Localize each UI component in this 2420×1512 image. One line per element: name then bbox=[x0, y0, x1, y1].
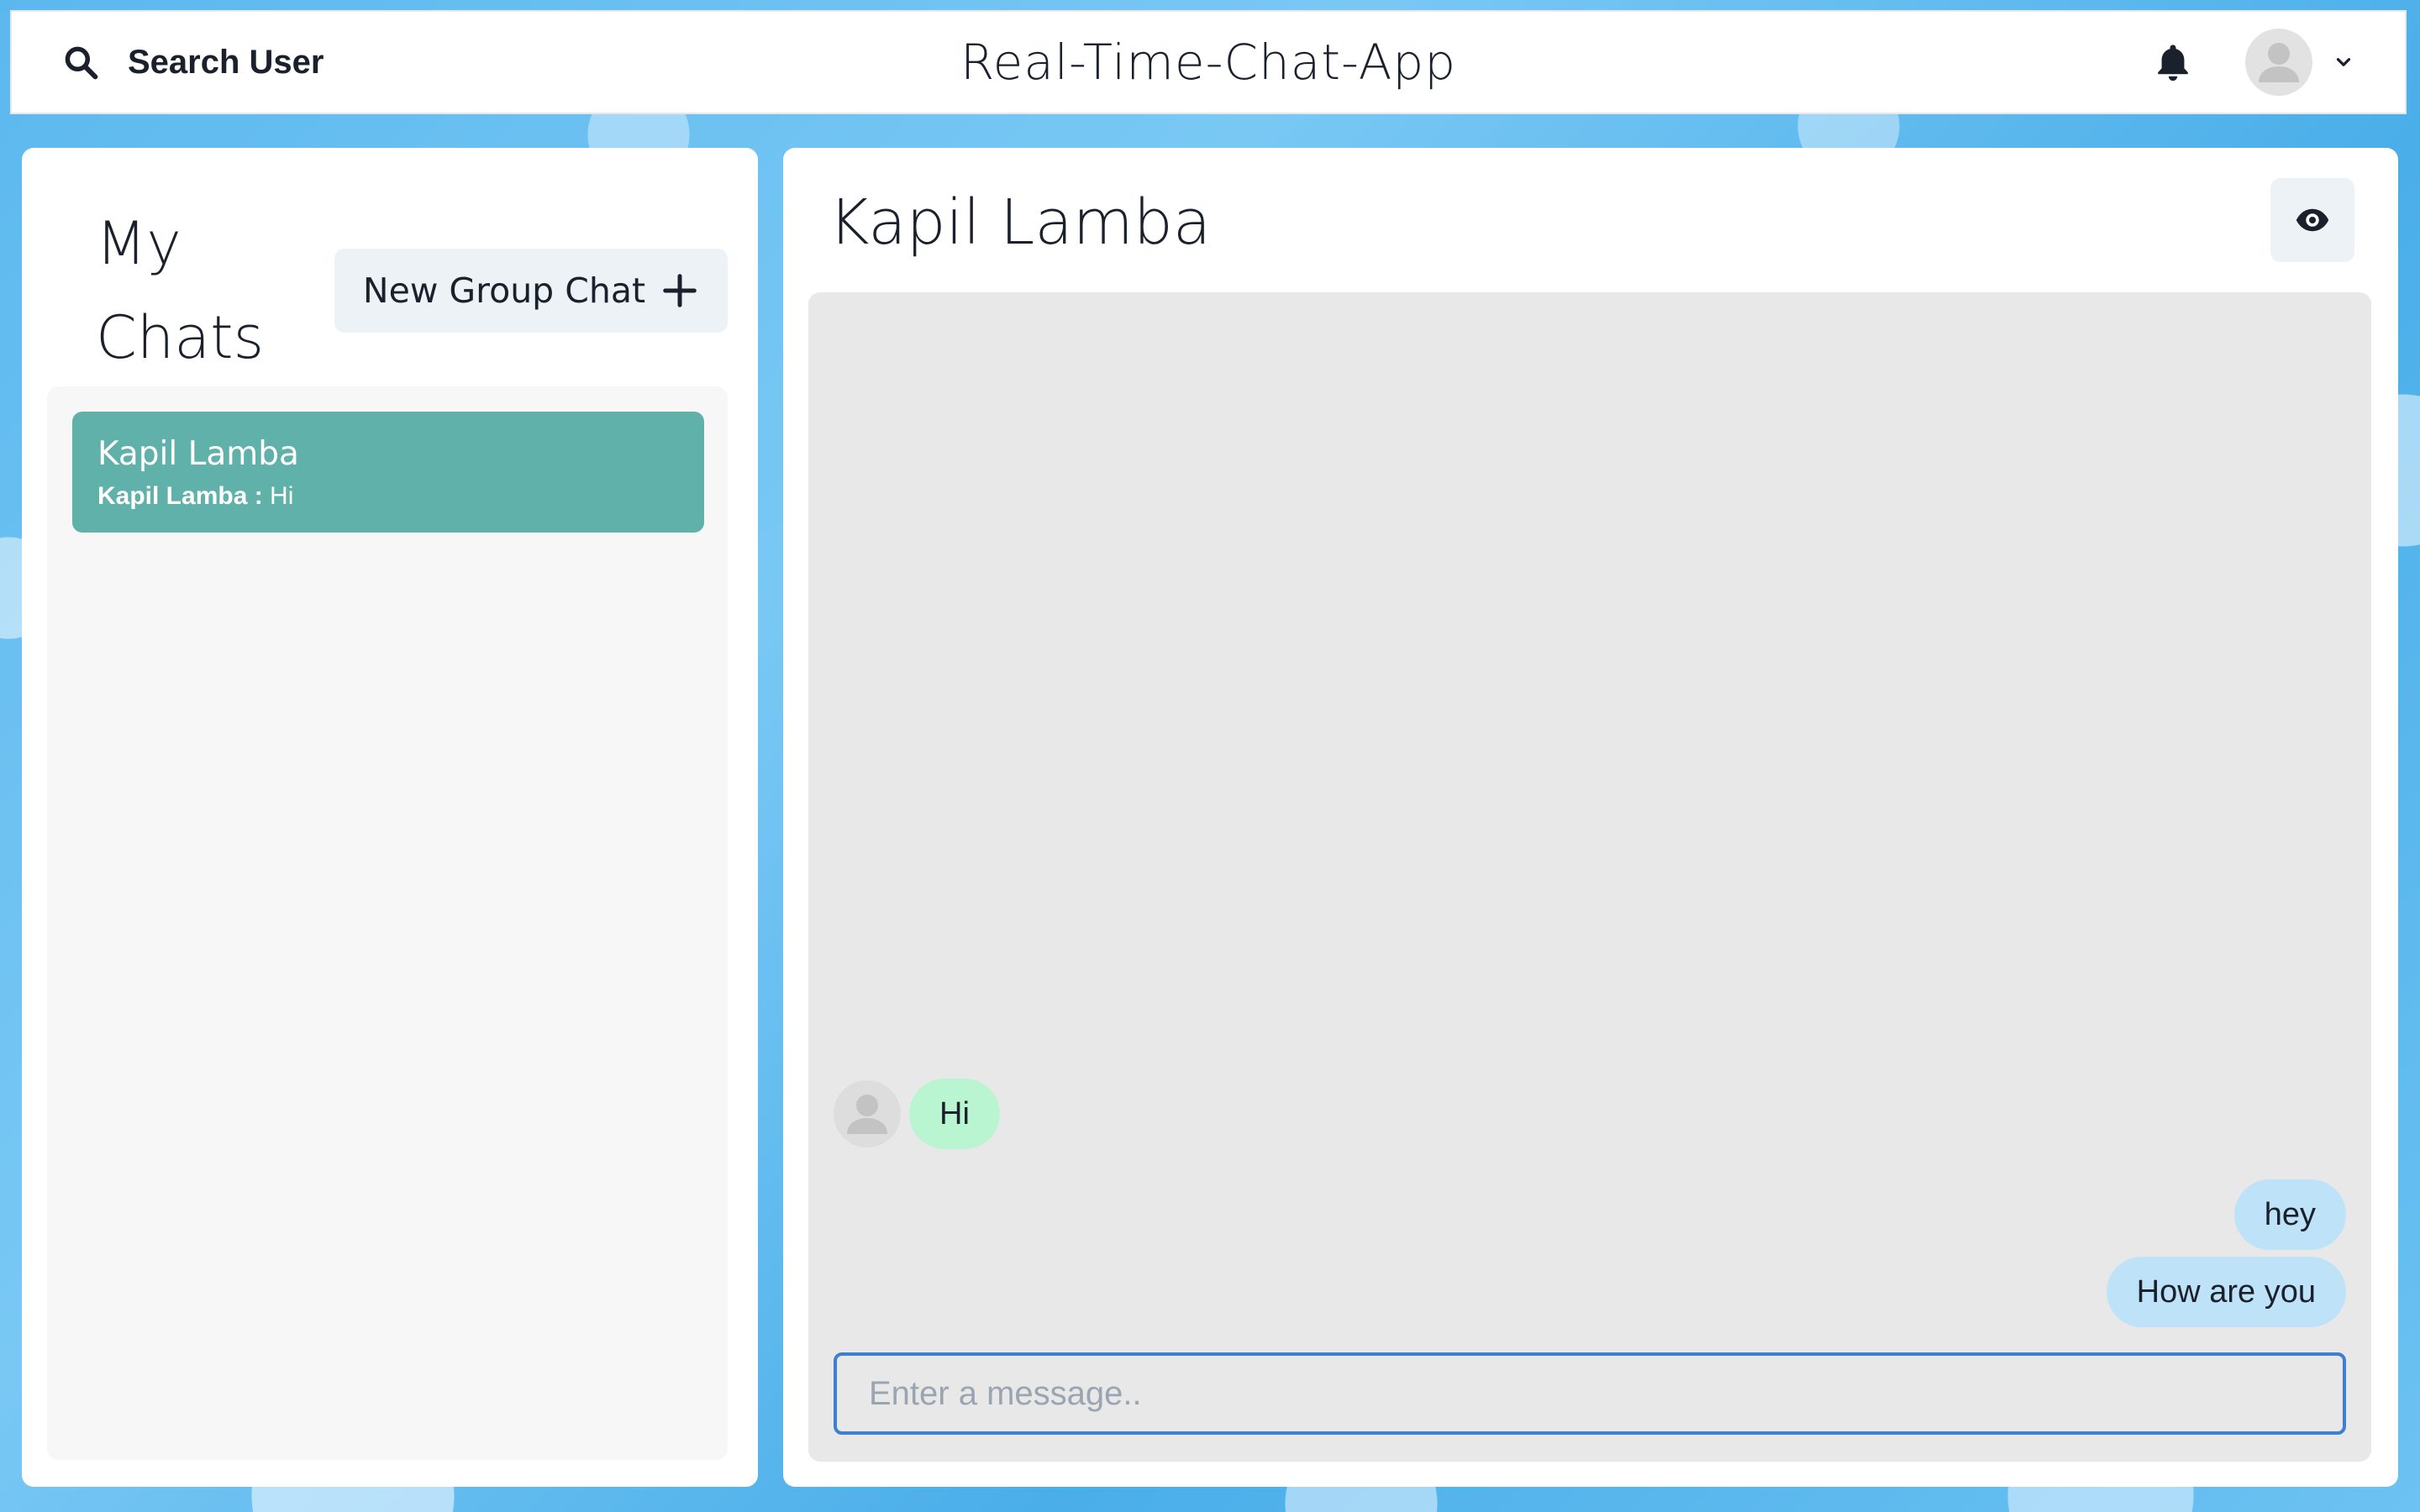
chat-list: Kapil Lamba Kapil Lamba : Hi bbox=[47, 386, 728, 1460]
notifications-button[interactable] bbox=[2151, 40, 2195, 84]
chat-item-preview: Kapil Lamba : Hi bbox=[97, 482, 679, 511]
eye-icon bbox=[2296, 208, 2329, 232]
top-right-controls bbox=[2151, 29, 2354, 96]
message-row-received: Hi bbox=[834, 1079, 1000, 1149]
plus-icon bbox=[663, 274, 697, 307]
message-bubble-sent: How are you bbox=[2106, 1257, 2346, 1327]
messages-area[interactable]: Hi hey How are you bbox=[808, 292, 2371, 1462]
user-icon bbox=[847, 1095, 887, 1134]
bell-icon bbox=[2158, 45, 2188, 81]
search-user-button[interactable]: Search User bbox=[62, 44, 324, 81]
search-user-label: Search User bbox=[128, 43, 324, 81]
chat-item-sender: Kapil Lamba : bbox=[97, 482, 263, 510]
chat-list-item[interactable]: Kapil Lamba Kapil Lamba : Hi bbox=[72, 412, 704, 533]
new-group-chat-button[interactable]: New Group Chat bbox=[334, 249, 728, 333]
chat-item-name: Kapil Lamba bbox=[97, 435, 299, 473]
view-profile-button[interactable] bbox=[2270, 178, 2354, 262]
avatar bbox=[2245, 29, 2312, 96]
top-bar: Search User Real-Time-Chat-App bbox=[10, 10, 2407, 114]
chat-item-latest-message: Hi bbox=[262, 482, 294, 510]
user-icon bbox=[2259, 43, 2299, 82]
my-chats-panel: My Chats New Group Chat Kapil Lamba Kapi… bbox=[22, 148, 758, 1487]
message-bubble-received: Hi bbox=[909, 1079, 1000, 1149]
profile-menu-button[interactable] bbox=[2245, 29, 2354, 96]
new-group-chat-label: New Group Chat bbox=[362, 270, 646, 311]
my-chats-header: My Chats New Group Chat bbox=[45, 171, 734, 403]
search-icon bbox=[65, 46, 98, 80]
my-chats-title: My Chats bbox=[96, 209, 265, 372]
sender-avatar[interactable] bbox=[834, 1080, 901, 1147]
chat-panel: Kapil Lamba Hi hey How are you bbox=[783, 148, 2398, 1487]
app-title: Real-Time-Chat-App bbox=[960, 34, 1457, 91]
message-bubble-sent: hey bbox=[2233, 1179, 2346, 1250]
message-input[interactable] bbox=[834, 1352, 2346, 1435]
chevron-down-icon bbox=[2333, 51, 2354, 73]
chat-title: Kapil Lamba bbox=[829, 186, 1212, 259]
